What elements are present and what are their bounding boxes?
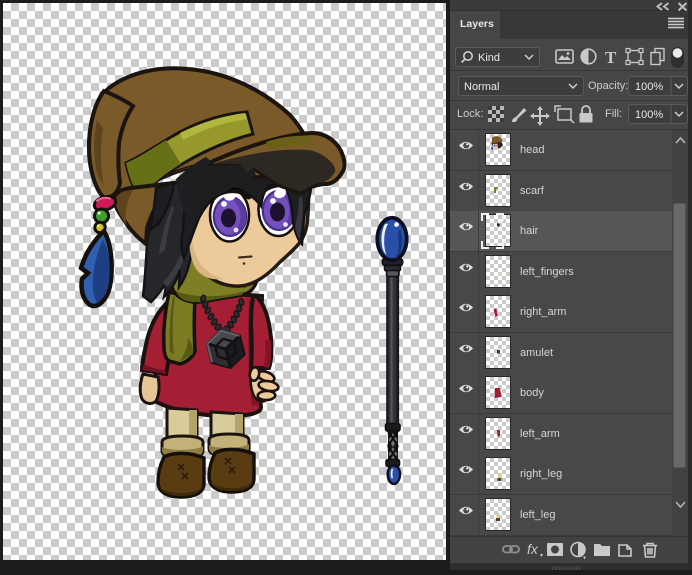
svg-text:100%: 100% bbox=[635, 109, 663, 121]
svg-text:fx: fx bbox=[527, 541, 539, 557]
svg-text:T: T bbox=[605, 48, 617, 67]
svg-text:Normal: Normal bbox=[464, 81, 499, 93]
svg-text:100%: 100% bbox=[635, 81, 663, 93]
svg-text:Kind: Kind bbox=[478, 52, 500, 64]
